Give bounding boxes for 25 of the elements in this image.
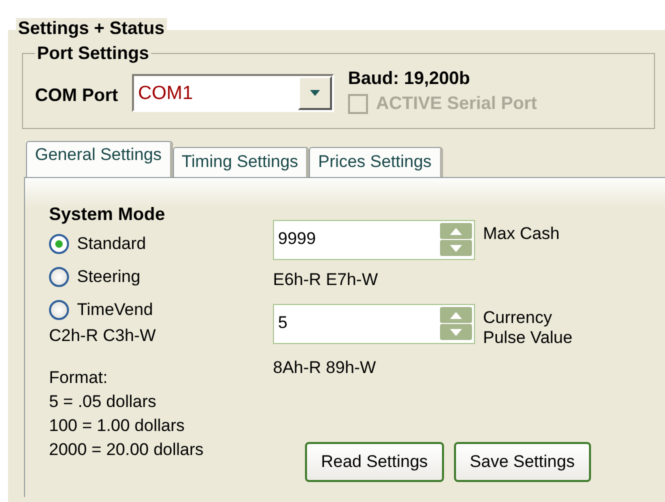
field-label: Max Cash bbox=[483, 223, 561, 244]
register-label: E6h-R E7h-W bbox=[273, 270, 379, 290]
system-mode-title: System Mode bbox=[49, 204, 166, 225]
register-label: C2h-R C3h-W bbox=[49, 326, 157, 346]
tab[interactable]: Timing Settings bbox=[172, 147, 310, 177]
com-port-label: COM Port bbox=[35, 85, 118, 106]
settings-button[interactable]: Read Settings bbox=[305, 442, 444, 482]
register-label: 8Ah-R 89h-W bbox=[273, 358, 377, 378]
format-line: 100 = 1.00 dollars bbox=[49, 415, 186, 437]
group-title: Settings + Status bbox=[16, 18, 167, 39]
format-line: 5 = .05 dollars bbox=[49, 391, 158, 413]
group-title: Port Settings bbox=[36, 43, 150, 64]
com-port-dropdown[interactable]: COM1 bbox=[132, 74, 334, 112]
tab[interactable]: General Settings bbox=[26, 141, 173, 177]
baud-label: Baud: 19,200b bbox=[348, 68, 472, 89]
field-label: Currency Pulse Value bbox=[483, 307, 574, 348]
format-line: 2000 = 20.00 dollars bbox=[49, 439, 205, 461]
number-spinner-field[interactable]: 9999 bbox=[273, 220, 475, 260]
tab[interactable]: Prices Settings bbox=[309, 147, 443, 177]
radio-option[interactable]: TimeVend bbox=[49, 293, 273, 326]
settings-button[interactable]: Save Settings bbox=[454, 442, 591, 482]
radio-option[interactable]: Standard bbox=[49, 227, 273, 260]
number-spinner-field[interactable]: 5 bbox=[273, 304, 475, 344]
format-line: Format: bbox=[49, 367, 109, 389]
radio-option[interactable]: Steering bbox=[49, 260, 273, 293]
